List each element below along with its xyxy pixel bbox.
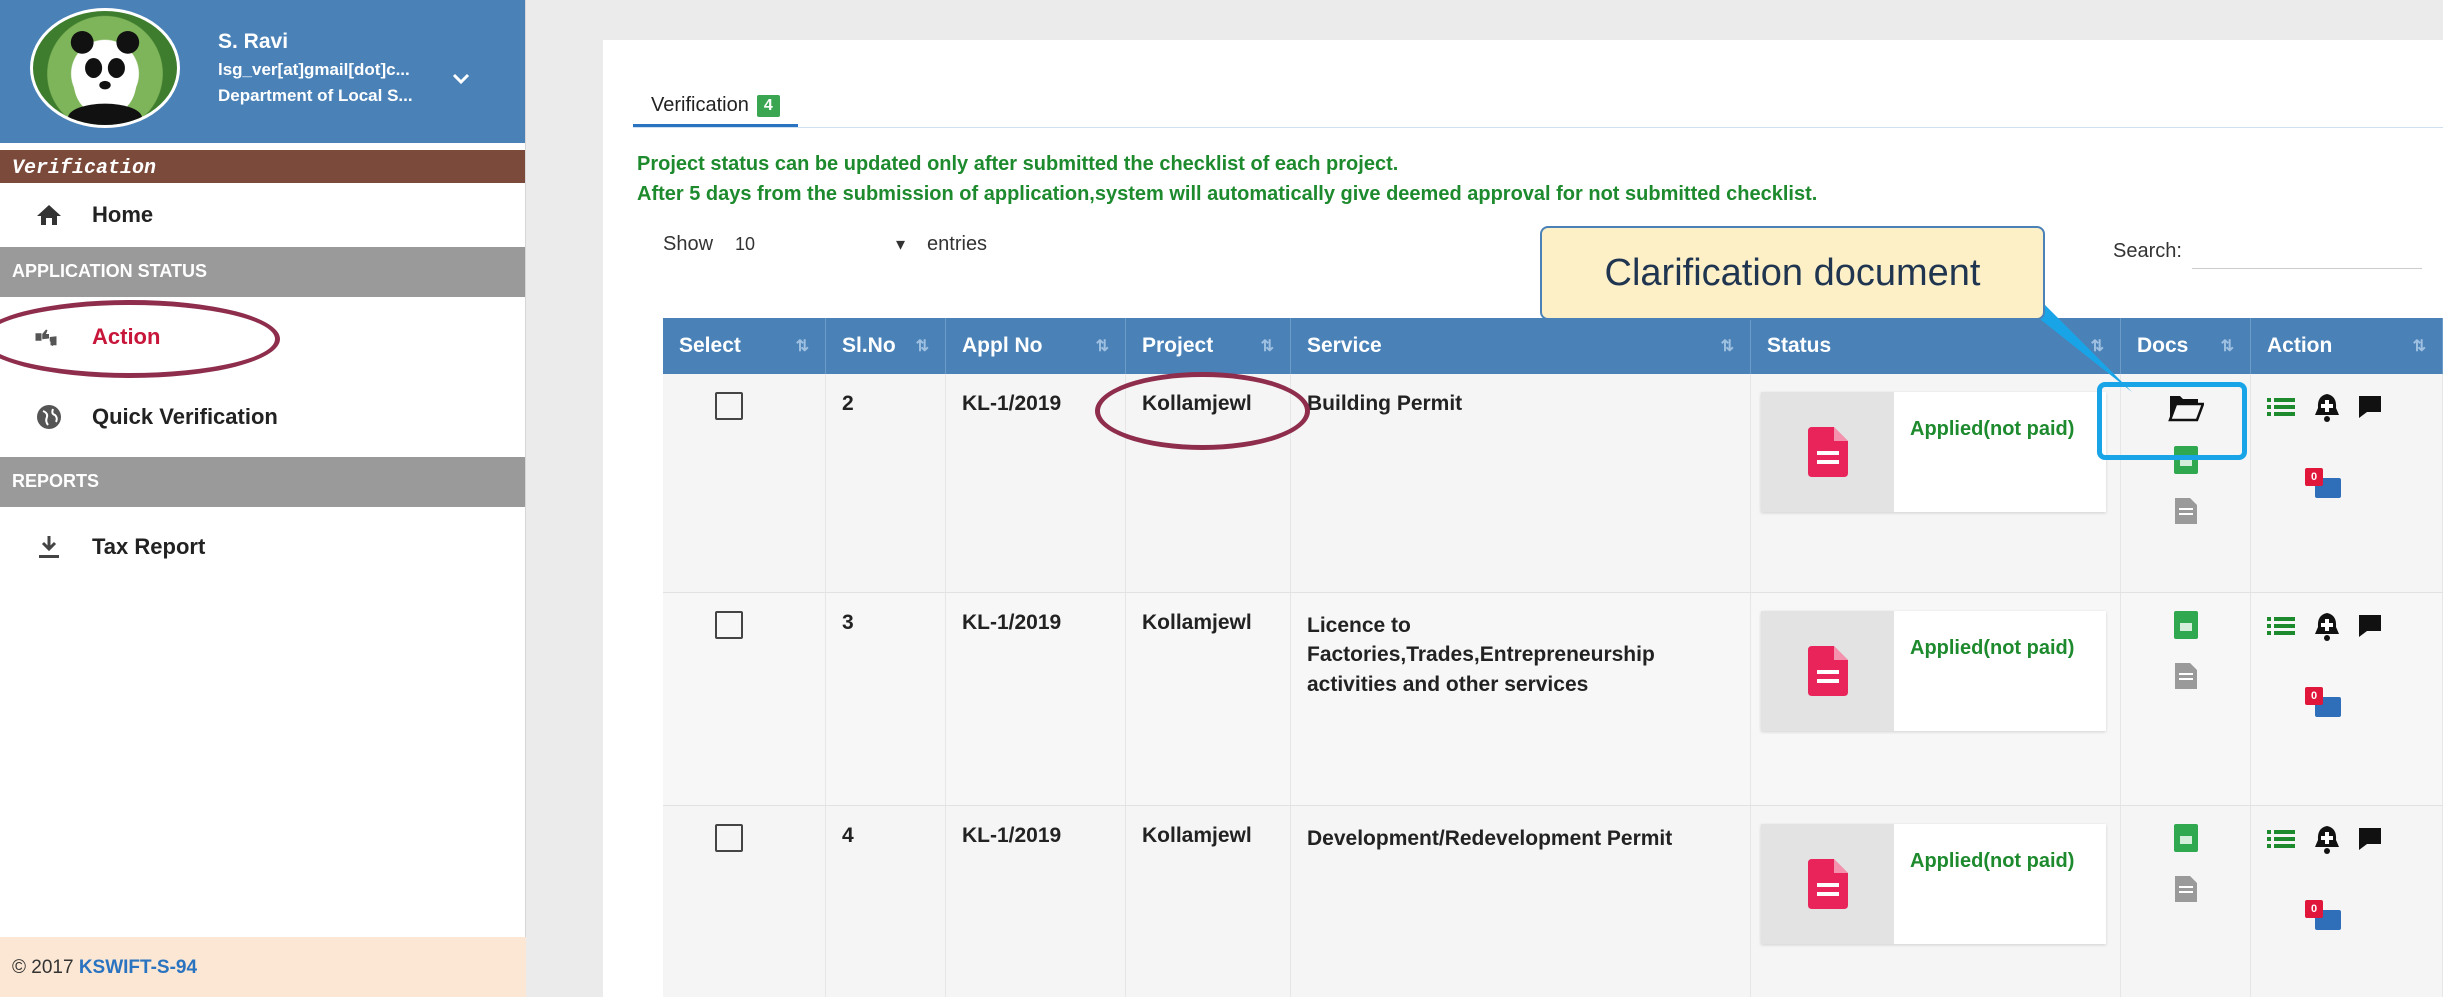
callout-clarification-document: Clarification document <box>1540 226 2045 320</box>
callout-pointer <box>2016 300 2132 392</box>
